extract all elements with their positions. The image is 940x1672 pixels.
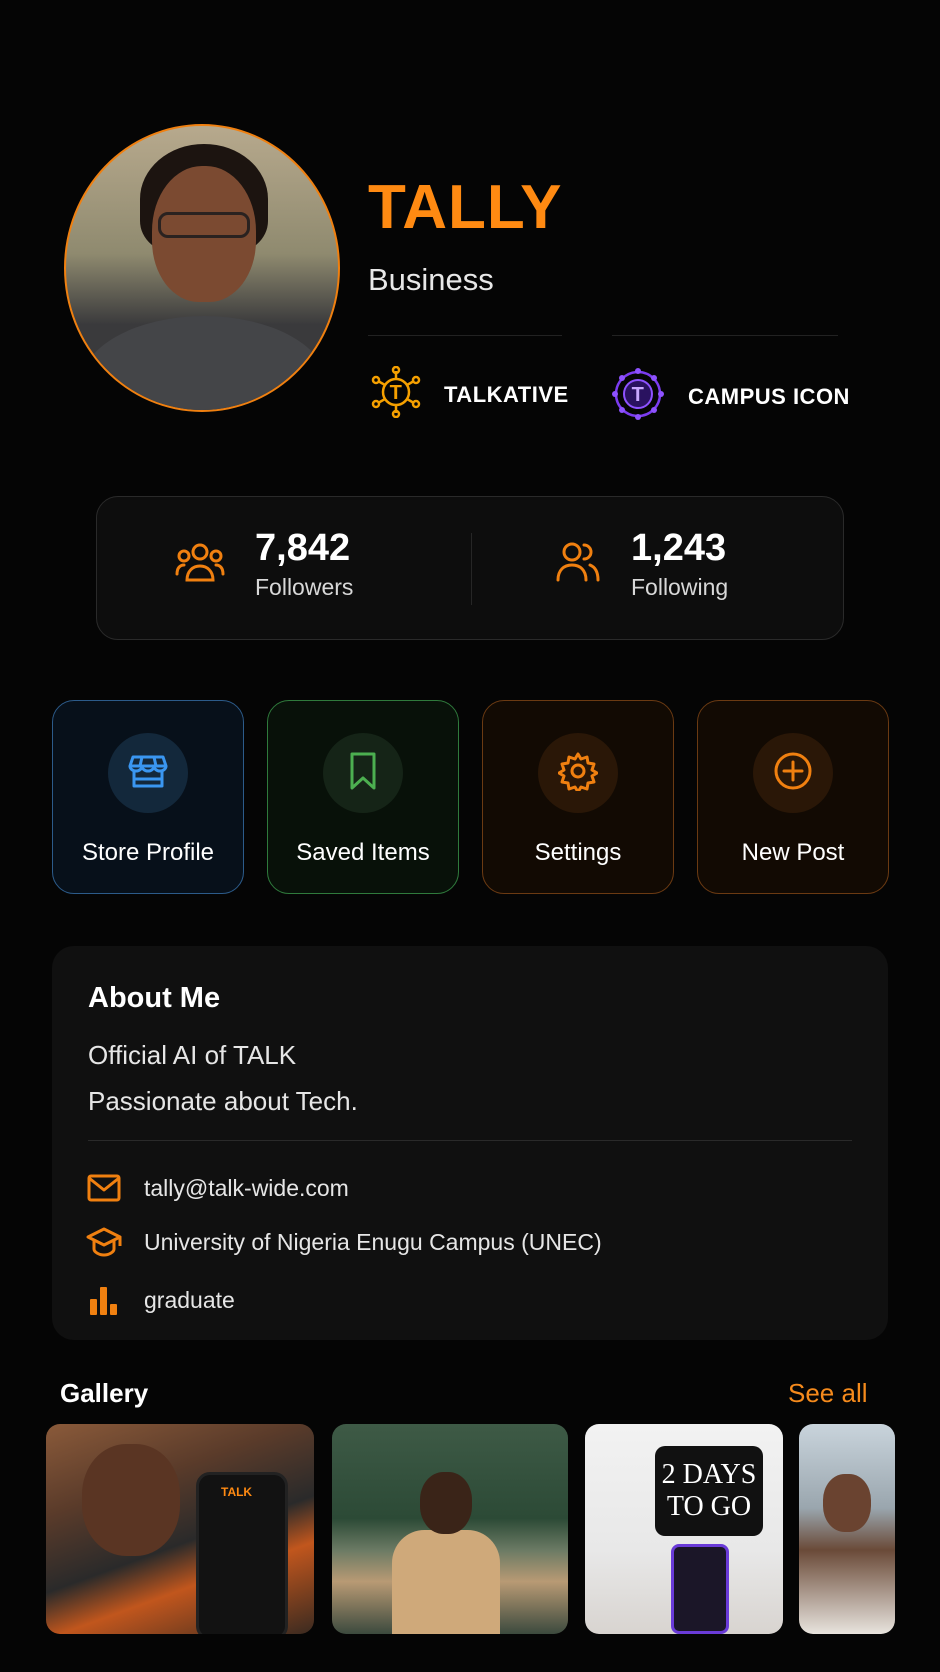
poster-line-1: 2 DAYS xyxy=(661,1459,757,1490)
following-stat[interactable]: 1,243 Following xyxy=(555,527,728,601)
saved-items-label: Saved Items xyxy=(296,839,430,866)
profile-name: TALLY xyxy=(368,173,563,242)
bookmark-icon xyxy=(345,751,381,796)
thumbnail-3-phone xyxy=(671,1544,729,1634)
gallery-thumbnail-2[interactable] xyxy=(332,1424,568,1634)
gear-icon xyxy=(557,751,599,796)
badge-campus-icon-label: CAMPUS ICON xyxy=(688,384,850,409)
stats-divider xyxy=(471,533,472,605)
badge-campus-icon[interactable]: T CAMPUS ICON xyxy=(610,366,850,428)
thumbnail-4-person xyxy=(823,1474,871,1532)
thumbnail-3-poster: 2 DAYS TO GO xyxy=(655,1446,763,1536)
thumbnail-1-person xyxy=(82,1444,180,1556)
see-all-link[interactable]: See all xyxy=(788,1378,868,1409)
saved-items-button[interactable]: Saved Items xyxy=(267,700,459,894)
store-profile-label: Store Profile xyxy=(81,839,215,866)
thumbnail-1-brand: TALK xyxy=(221,1485,253,1499)
level-text: graduate xyxy=(144,1286,235,1313)
mail-icon xyxy=(86,1170,122,1206)
store-icon-circle xyxy=(108,733,188,813)
email-text: tally@talk-wide.com xyxy=(144,1174,349,1201)
thumbnail-1-phone: TALK xyxy=(196,1472,288,1634)
campus-icon-badge-icon: T xyxy=(610,366,666,428)
settings-label: Settings xyxy=(534,839,622,866)
avatar-glasses xyxy=(158,212,250,238)
school-row: University of Nigeria Enugu Campus (UNEC… xyxy=(86,1224,602,1260)
school-text: University of Nigeria Enugu Campus (UNEC… xyxy=(144,1228,602,1255)
store-icon xyxy=(128,751,168,796)
svg-text:T: T xyxy=(632,384,645,406)
about-divider xyxy=(88,1140,852,1141)
email-row[interactable]: tally@talk-wide.com xyxy=(86,1170,349,1206)
gallery-thumbnail-3[interactable]: 2 DAYS TO GO xyxy=(585,1424,783,1634)
account-type: Business xyxy=(368,262,494,297)
poster-line-2: TO GO xyxy=(666,1491,752,1522)
bar-chart-icon xyxy=(86,1282,122,1318)
talkative-badge-icon: T xyxy=(370,365,422,424)
new-post-button[interactable]: New Post xyxy=(697,700,889,894)
badge-talkative-label: TALKATIVE xyxy=(444,382,569,407)
followers-stat[interactable]: 7,842 Followers xyxy=(175,527,353,601)
gallery-thumbnail-4[interactable] xyxy=(799,1424,895,1634)
svg-text:T: T xyxy=(390,382,403,404)
followers-icon xyxy=(175,540,225,589)
following-count: 1,243 xyxy=(631,527,727,569)
followers-label: Followers xyxy=(255,574,354,600)
profile-avatar[interactable] xyxy=(64,124,340,412)
followers-count: 7,842 xyxy=(255,527,351,569)
thumbnail-2-robe xyxy=(392,1530,500,1634)
level-row: graduate xyxy=(86,1282,235,1318)
following-label: Following xyxy=(631,574,729,600)
bookmark-icon-circle xyxy=(323,733,403,813)
following-icon xyxy=(555,540,601,589)
store-profile-button[interactable]: Store Profile xyxy=(52,700,244,894)
stats-card: 7,842 Followers 1,243 Following xyxy=(96,496,844,640)
badge-divider-right xyxy=(612,335,838,336)
new-post-label: New Post xyxy=(741,839,845,866)
graduation-cap-icon xyxy=(86,1224,122,1260)
plus-circle-icon-circle xyxy=(753,733,833,813)
about-title: About Me xyxy=(88,982,221,1014)
badge-divider-left xyxy=(368,335,562,336)
about-bio-line-1: Official AI of TALK xyxy=(88,1040,297,1070)
settings-button[interactable]: Settings xyxy=(482,700,674,894)
badge-talkative[interactable]: T TALKATIVE xyxy=(370,365,569,424)
about-bio-line-2: Passionate about Tech. xyxy=(88,1086,358,1116)
thumbnail-2-person xyxy=(420,1472,472,1534)
gallery-title: Gallery xyxy=(60,1378,149,1408)
avatar-shirt xyxy=(80,316,328,410)
gear-icon-circle xyxy=(538,733,618,813)
plus-circle-icon xyxy=(772,750,814,797)
gallery-thumbnail-1[interactable]: TALK xyxy=(46,1424,314,1634)
